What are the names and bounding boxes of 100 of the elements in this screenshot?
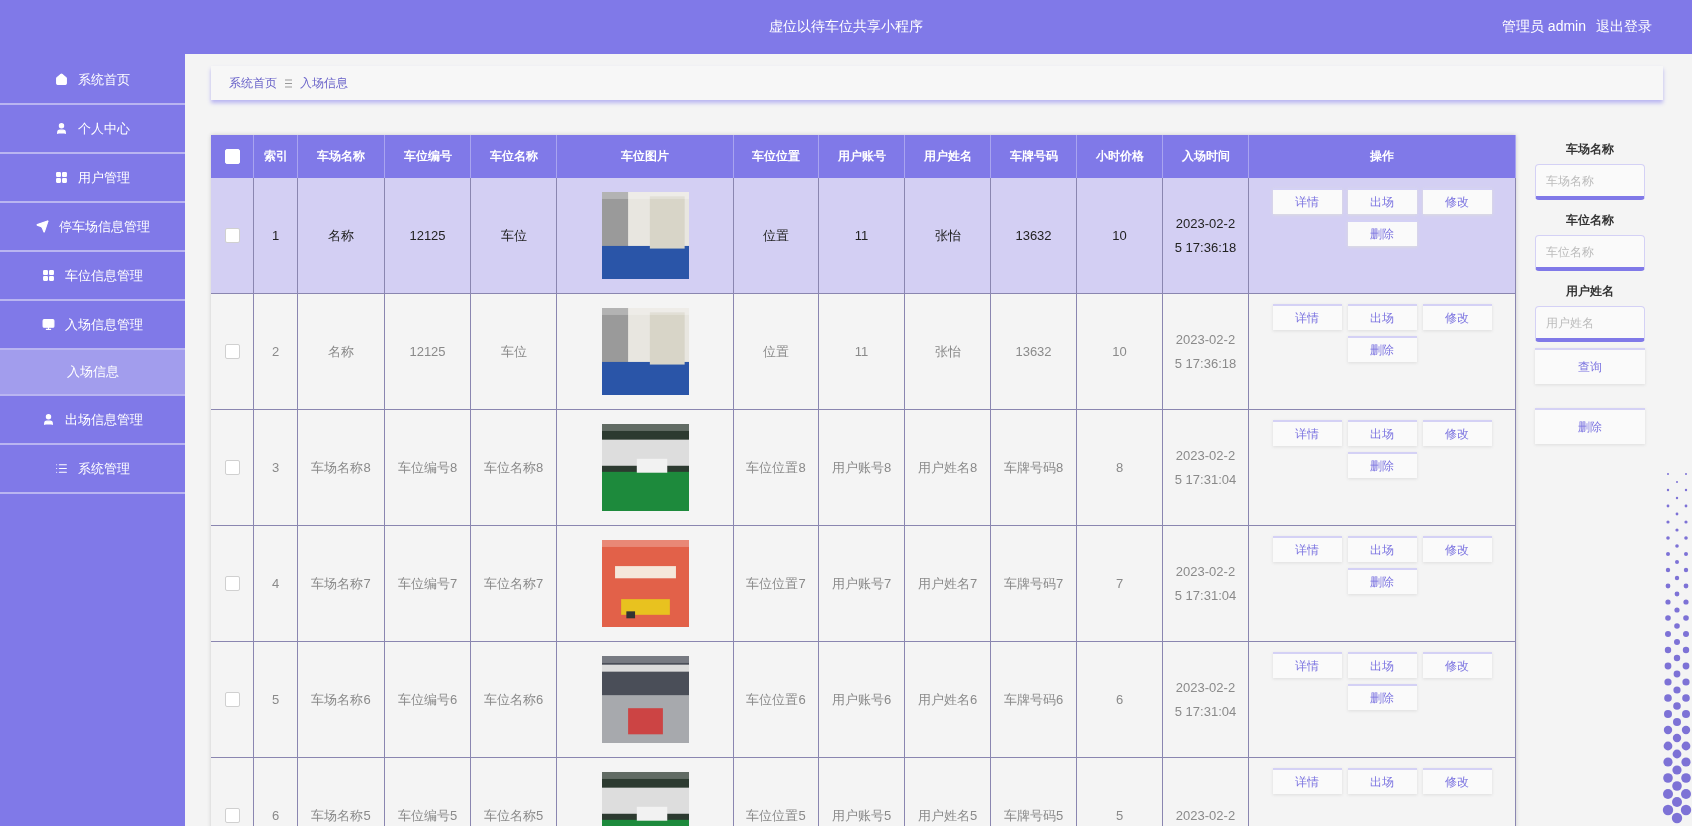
table-cell: 名称 (298, 178, 385, 294)
action-button[interactable]: 详情 (1272, 188, 1342, 214)
menu-label: 个人中心 (78, 119, 130, 138)
row-checkbox[interactable] (224, 460, 240, 475)
logout-link[interactable]: 退出登录 (1596, 18, 1652, 36)
table-cell: 7 (1077, 526, 1163, 642)
action-button[interactable]: 详情 (1272, 652, 1342, 678)
table-cell: 11 (819, 178, 905, 294)
action-button[interactable]: 出场 (1347, 188, 1417, 214)
action-button[interactable]: 出场 (1347, 420, 1417, 446)
delete-button[interactable]: 删除 (1535, 408, 1645, 444)
sidebar-item[interactable]: 用户管理 (0, 154, 185, 203)
table-cell: 8 (1077, 410, 1163, 526)
table-cell: 1 (254, 178, 298, 294)
row-checkbox[interactable] (224, 228, 240, 243)
sidebar-item[interactable]: 停车场信息管理 (0, 203, 185, 252)
query-button[interactable]: 查询 (1535, 348, 1645, 384)
action-button[interactable]: 详情 (1272, 536, 1342, 562)
action-button[interactable]: 出场 (1347, 652, 1417, 678)
table-cell: 车位位置8 (734, 410, 819, 526)
action-button[interactable]: 出场 (1347, 304, 1417, 330)
menu-label: 系统管理 (78, 459, 130, 478)
table-cell: 车位位置6 (734, 642, 819, 758)
home-icon (55, 73, 68, 86)
sidebar-item[interactable]: 系统管理 (0, 445, 185, 494)
separator-icon (285, 78, 292, 88)
action-button[interactable]: 出场 (1347, 536, 1417, 562)
row-checkbox[interactable] (224, 344, 240, 359)
header-cell: 索引 (254, 135, 298, 178)
grid-icon (55, 171, 68, 184)
table-cell: 11 (819, 294, 905, 410)
list-icon (55, 462, 68, 475)
action-button[interactable]: 详情 (1272, 304, 1342, 330)
table-cell: 用户姓名7 (905, 526, 991, 642)
header-cell: 车牌号码 (991, 135, 1077, 178)
search-field[interactable]: 用户姓名 (1535, 306, 1645, 342)
action-button[interactable]: 详情 (1272, 768, 1342, 794)
action-button[interactable]: 出场 (1347, 768, 1417, 794)
table-cell: 车位编号8 (385, 410, 471, 526)
header-cell: 操作 (1249, 135, 1516, 178)
action-button[interactable]: 删除 (1347, 452, 1417, 478)
table-cell: 用户姓名6 (905, 642, 991, 758)
action-button[interactable]: 删除 (1347, 220, 1417, 246)
sidebar-item[interactable]: 个人中心 (0, 105, 185, 154)
header-cell: 小时价格 (1077, 135, 1163, 178)
action-button[interactable]: 修改 (1422, 420, 1492, 446)
select-all-checkbox[interactable] (224, 149, 240, 164)
row-checkbox[interactable] (224, 808, 240, 823)
table-cell: 车场名称8 (298, 410, 385, 526)
table-cell: 用户姓名8 (905, 410, 991, 526)
table-cell: 用户账号7 (819, 526, 905, 642)
app-title: 虚位以待车位共享小程序 (769, 18, 923, 36)
table-cell: 车位位置7 (734, 526, 819, 642)
table-cell: 车位 (471, 294, 557, 410)
sidebar-item[interactable]: 系统首页 (0, 56, 185, 105)
table-cell: 位置 (734, 294, 819, 410)
breadcrumb-link[interactable]: 入场信息 (300, 74, 348, 92)
table-cell: 车牌号码7 (991, 526, 1077, 642)
time-text: 2023-02-25 17:36:18 (1173, 331, 1238, 373)
header-cell: 用户账号 (819, 135, 905, 178)
user-icon (55, 122, 68, 135)
action-button[interactable]: 修改 (1422, 536, 1492, 562)
table-cell: 车位 (471, 178, 557, 294)
table-cell: 2 (254, 294, 298, 410)
menu-label: 系统首页 (78, 70, 130, 89)
action-button[interactable]: 删除 (1347, 568, 1417, 594)
action-button[interactable]: 删除 (1347, 684, 1417, 710)
search-field[interactable]: 车位名称 (1535, 235, 1645, 271)
table-cell: 车位编号6 (385, 642, 471, 758)
header-cell: 用户姓名 (905, 135, 991, 178)
time-text: 2023-02-25 17:31:04 (1173, 447, 1238, 489)
action-button[interactable]: 详情 (1272, 420, 1342, 446)
breadcrumb-link[interactable]: 系统首页 (229, 74, 277, 92)
sidebar-item[interactable]: 车位信息管理 (0, 252, 185, 301)
table-cell: 张怡 (905, 294, 991, 410)
row-checkbox[interactable] (224, 692, 240, 707)
action-button[interactable]: 修改 (1422, 188, 1492, 214)
table-cell: 10 (1077, 178, 1163, 294)
row-checkbox[interactable] (224, 576, 240, 591)
time-text: 2023-02-25 17:36:18 (1173, 215, 1238, 257)
table-cell: 13632 (991, 294, 1077, 410)
table-cell: 12125 (385, 294, 471, 410)
sidebar-item[interactable]: 出场信息管理 (0, 396, 185, 445)
monitor-icon (42, 318, 55, 331)
header-cell: 车场名称 (298, 135, 385, 178)
action-button[interactable]: 修改 (1422, 304, 1492, 330)
table-cell: 10 (1077, 294, 1163, 410)
menu-label: 用户管理 (78, 168, 130, 187)
action-button[interactable]: 删除 (1347, 336, 1417, 362)
header-cell: 入场时间 (1163, 135, 1249, 178)
table-cell: 6 (1077, 642, 1163, 758)
action-button[interactable]: 修改 (1422, 652, 1492, 678)
action-button[interactable]: 修改 (1422, 768, 1492, 794)
user-label: 管理员 admin (1501, 18, 1586, 36)
submenu-item[interactable]: 入场信息 (0, 350, 185, 396)
header-cell: 车位图片 (557, 135, 734, 178)
field-label: 用户姓名 (1566, 283, 1614, 300)
table-cell: 12125 (385, 178, 471, 294)
search-field[interactable]: 车场名称 (1535, 164, 1645, 200)
time-text: 2023-02-25 17:31:04 (1173, 563, 1238, 605)
